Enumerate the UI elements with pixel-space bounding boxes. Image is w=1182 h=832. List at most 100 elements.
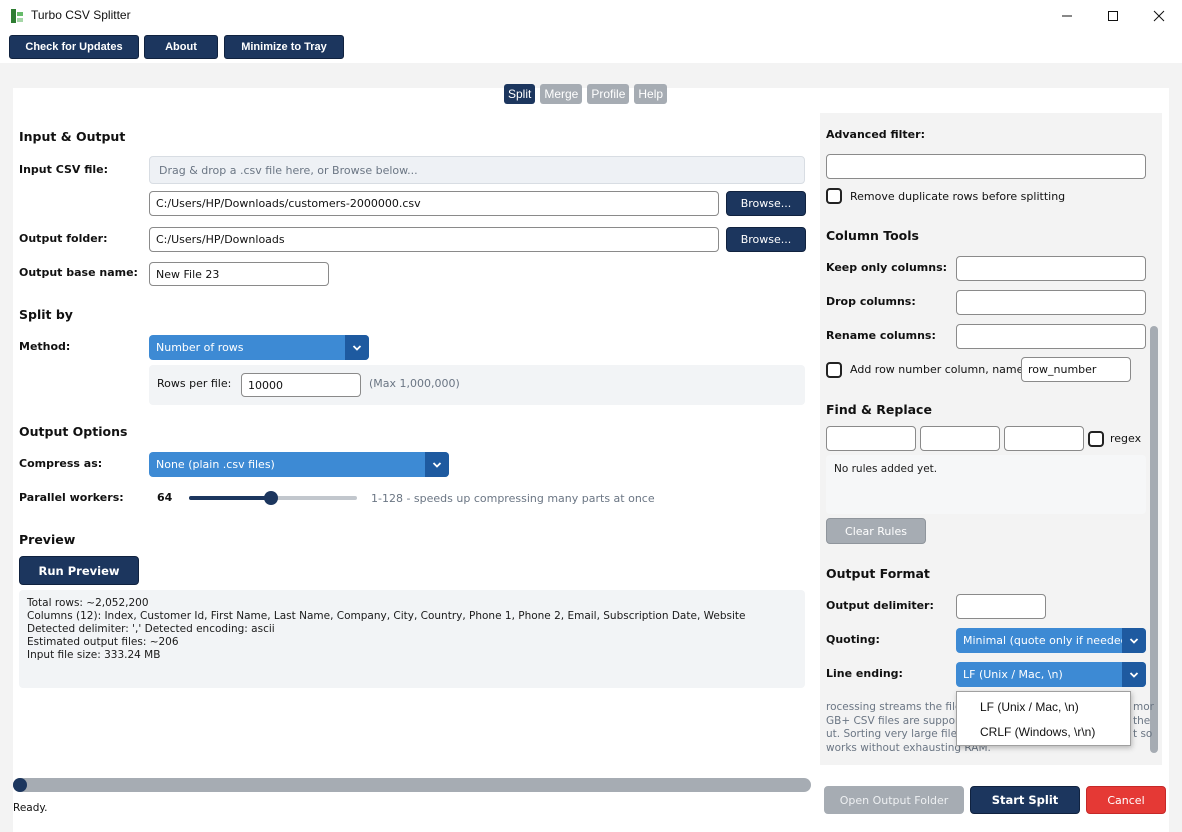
find-field[interactable] [826,426,916,451]
rename-columns-field[interactable] [956,324,1146,349]
line-ending-value: LF (Unix / Mac, \n) [963,668,1063,681]
input-csv-label: Input CSV file: [19,163,109,176]
output-format-heading: Output Format [826,566,930,581]
status-text: Ready. [13,802,48,814]
advanced-filter-label: Advanced filter: [826,128,925,141]
tab-split[interactable]: Split [504,84,536,104]
quoting-dropdown-toggle[interactable] [1122,628,1146,653]
method-label: Method: [19,340,71,353]
preview-line: Columns (12): Index, Customer Id, First … [27,610,746,622]
progress-fill [13,778,27,792]
rename-columns-label: Rename columns: [826,329,936,342]
quoting-select[interactable]: Minimal (quote only if needed) [956,628,1146,653]
info-fragment: the [1133,714,1151,727]
rows-per-file-label: Rows per file: [157,377,232,390]
split-by-heading: Split by [19,307,73,322]
row-number-name-field[interactable]: row_number [1021,357,1131,382]
regex-checkbox[interactable] [1088,431,1104,447]
workers-hint: 1-128 - speeds up compressing many parts… [371,492,655,505]
output-basename-field[interactable]: New File 23 [149,262,329,286]
slider-thumb[interactable] [264,491,278,505]
method-dropdown-toggle[interactable] [345,335,369,360]
drop-columns-label: Drop columns: [826,295,916,308]
run-preview-button[interactable]: Run Preview [19,556,139,585]
chevron-down-icon [1129,671,1139,678]
about-button[interactable]: About [144,35,218,59]
minimize-to-tray-button[interactable]: Minimize to Tray [224,35,344,59]
drop-columns-field[interactable] [956,290,1146,315]
preview-line: Detected delimiter: ',' Detected encodin… [27,623,275,635]
line-ending-dropdown-toggle[interactable] [1122,662,1146,687]
replace-field[interactable] [920,426,1000,451]
drop-zone[interactable]: Drag & drop a .csv file here, or Browse … [149,156,805,184]
right-panel-scrollbar[interactable] [1150,326,1158,753]
method-value: Number of rows [156,341,244,354]
line-ending-dropdown-menu: LF (Unix / Mac, \n) CRLF (Windows, \r\n) [956,691,1131,746]
remove-duplicates-checkbox[interactable] [826,188,842,204]
close-window-button[interactable] [1136,0,1182,32]
no-rules-text: No rules added yet. [834,463,938,475]
title-bar: Turbo CSV Splitter [0,0,1182,32]
chevron-down-icon [352,344,362,351]
method-select[interactable]: Number of rows [149,335,369,360]
regex-label: regex [1110,432,1142,445]
find-replace-heading: Find & Replace [826,402,932,417]
compress-dropdown-toggle[interactable] [425,452,449,477]
output-basename-label: Output base name: [19,266,138,279]
output-delimiter-field[interactable] [956,594,1046,619]
rows-per-file-field[interactable]: 10000 [241,373,361,397]
start-split-button[interactable]: Start Split [970,786,1080,814]
open-output-folder-button[interactable]: Open Output Folder [824,786,964,814]
workers-slider[interactable] [189,491,357,505]
line-ending-select[interactable]: LF (Unix / Mac, \n) [956,662,1146,687]
keep-only-label: Keep only columns: [826,261,948,274]
column-tools-heading: Column Tools [826,228,919,243]
tab-profile[interactable]: Profile [587,84,630,104]
output-folder-field[interactable]: C:/Users/HP/Downloads [149,227,719,252]
add-row-number-label: Add row number column, named: [850,363,1035,376]
preview-heading: Preview [19,532,76,547]
minimize-icon [1062,15,1072,17]
rules-list: No rules added yet. [826,455,1146,514]
minimize-window-button[interactable] [1044,0,1090,32]
maximize-window-button[interactable] [1090,0,1136,32]
line-ending-option-lf[interactable]: LF (Unix / Mac, \n) [957,695,1130,719]
parallel-workers-label: Parallel workers: [19,491,124,504]
window-title: Turbo CSV Splitter [31,8,131,22]
advanced-filter-field[interactable] [826,154,1146,179]
line-ending-option-crlf[interactable]: CRLF (Windows, \r\n) [957,720,1130,744]
tab-merge[interactable]: Merge [540,84,583,104]
keep-only-field[interactable] [956,256,1146,281]
output-options-heading: Output Options [19,424,128,439]
quoting-label: Quoting: [826,633,880,646]
input-path-field[interactable]: C:/Users/HP/Downloads/customers-2000000.… [149,191,719,216]
quoting-value: Minimal (quote only if needed) [963,634,1132,647]
preview-output: Total rows: ~2,052,200 Columns (12): Ind… [19,590,805,688]
remove-duplicates-label: Remove duplicate rows before splitting [850,190,1066,203]
info-fragment: t so [1133,728,1153,740]
preview-line: Total rows: ~2,052,200 [27,597,149,609]
chevron-down-icon [1129,637,1139,644]
check-updates-button[interactable]: Check for Updates [9,35,139,59]
clear-rules-button[interactable]: Clear Rules [826,518,926,544]
slider-fill [189,496,271,500]
preview-line: Input file size: 333.24 MB [27,649,161,661]
info-text-clipped: mor the t so [1133,701,1154,742]
info-fragment: mor [1133,701,1154,713]
top-toolbar: Check for Updates About Minimize to Tray [0,32,1182,63]
maximize-icon [1108,11,1118,21]
close-icon [1153,10,1165,22]
compress-value: None (plain .csv files) [156,458,275,471]
compress-select[interactable]: None (plain .csv files) [149,452,449,477]
column-scope-field[interactable] [1004,426,1084,451]
browse-output-button[interactable]: Browse... [726,227,806,252]
add-row-number-checkbox[interactable] [826,362,842,378]
browse-input-button[interactable]: Browse... [726,191,806,216]
tab-bar: Split Merge Profile Help [504,84,668,104]
compress-as-label: Compress as: [19,457,103,470]
cancel-button[interactable]: Cancel [1086,786,1166,814]
output-folder-label: Output folder: [19,232,108,245]
tab-help[interactable]: Help [634,84,668,104]
output-delimiter-label: Output delimiter: [826,599,934,612]
preview-line: Estimated output files: ~206 [27,636,179,648]
